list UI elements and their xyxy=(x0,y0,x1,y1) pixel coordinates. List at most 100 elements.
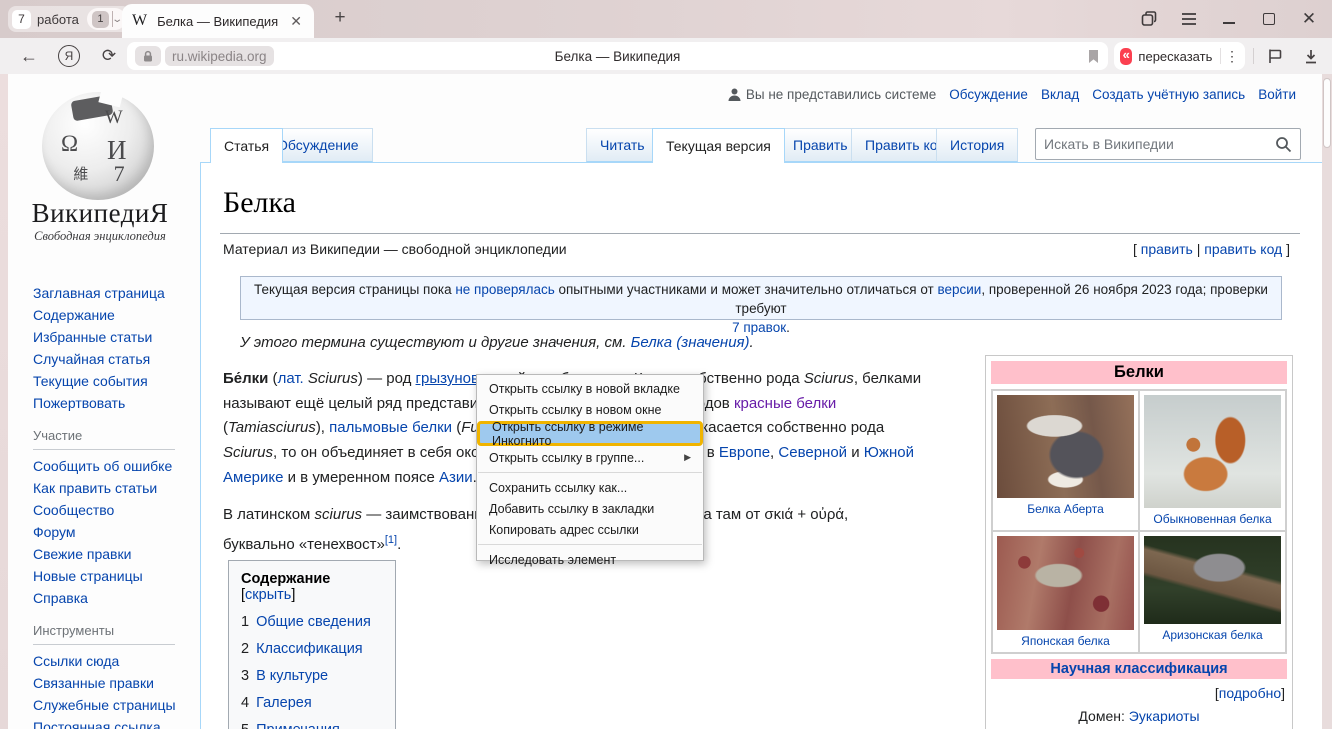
bookmark-icon[interactable] xyxy=(1087,49,1100,64)
close-tab-icon[interactable]: ✕ xyxy=(288,13,304,30)
title-rule xyxy=(220,233,1300,234)
menu-item-open-in-group[interactable]: Открыть ссылку в группе... ▶ xyxy=(477,447,703,468)
retell-label: пересказать xyxy=(1138,49,1212,64)
sidebar-item-related-changes[interactable]: Связанные правки xyxy=(33,672,198,694)
toc-item[interactable]: 4Галерея xyxy=(241,695,385,711)
menu-item-open-new-tab[interactable]: Открыть ссылку в новой вкладке xyxy=(477,378,703,399)
menu-item-copy-link-address[interactable]: Копировать адрес ссылки xyxy=(477,519,703,540)
sidebar-item-recent-changes[interactable]: Свежие правки xyxy=(33,543,198,565)
minimize-icon[interactable] xyxy=(1220,10,1238,28)
address-bar[interactable]: ru.wikipedia.org Белка — Википедия xyxy=(127,42,1108,70)
sidebar-item-random[interactable]: Случайная статья xyxy=(33,348,198,370)
classification-header[interactable]: Научная классификация xyxy=(991,659,1287,679)
more-options-icon[interactable]: ⋮ xyxy=(1225,48,1239,65)
menu-item-bookmark-link[interactable]: Добавить ссылку в закладки xyxy=(477,498,703,519)
sidebar-item-current-events[interactable]: Текущие события xyxy=(33,370,198,392)
side-panel-icon[interactable] xyxy=(1140,10,1158,28)
sidebar-item-new-pages[interactable]: Новые страницы xyxy=(33,565,198,587)
yandex-letter: Я xyxy=(58,45,80,67)
tab-group-label: работа xyxy=(37,12,79,27)
image-caption[interactable]: Японская белка xyxy=(1021,634,1110,648)
tab-article[interactable]: Статья xyxy=(210,128,283,163)
toc-hide-link[interactable]: [скрыть] xyxy=(241,587,295,603)
menu-item-inspect-element[interactable]: Исследовать элемент xyxy=(477,549,703,570)
address-page-title: Белка — Википедия xyxy=(127,49,1108,64)
personal-link-create-account[interactable]: Создать учётную запись xyxy=(1092,87,1245,102)
window-edge xyxy=(0,74,8,729)
menu-icon[interactable] xyxy=(1180,10,1198,28)
sidebar-item-forum[interactable]: Форум xyxy=(33,521,198,543)
details-link[interactable]: [подробно] xyxy=(991,685,1287,701)
sidebar-heading-tools: Инструменты xyxy=(33,623,175,645)
sidebar-item-featured[interactable]: Избранные статьи xyxy=(33,326,198,348)
browser-tab[interactable]: W Белка — Википедия ✕ xyxy=(122,4,314,38)
content-border xyxy=(200,162,201,729)
sidebar-item-main-page[interactable]: Заглавная страница xyxy=(33,282,198,304)
yandex-button[interactable]: Я xyxy=(54,38,84,74)
tab-group-badge: 1 xyxy=(92,11,109,28)
infobox-image-grid: Белка Аберта Обыкновенная белка Японская… xyxy=(991,389,1287,654)
taxon-link[interactable]: Эукариоты xyxy=(1129,708,1200,724)
sidebar-item-what-links-here[interactable]: Ссылки сюда xyxy=(33,650,198,672)
search-icon[interactable] xyxy=(1275,136,1292,153)
maximize-icon[interactable] xyxy=(1260,10,1278,28)
sidebar-item-permanent-link[interactable]: Постоянная ссылка xyxy=(33,716,198,729)
sidebar-item-report-error[interactable]: Сообщить об ошибке xyxy=(33,455,198,477)
logo-glyph: Ω xyxy=(61,131,78,157)
sidebar-item-donate[interactable]: Пожертвовать xyxy=(33,392,198,414)
wikipedia-globe-logo[interactable]: Ω W И 維 7 xyxy=(42,92,154,200)
toc-item[interactable]: 2Классификация xyxy=(241,641,385,657)
quote-icon: « xyxy=(1120,48,1132,65)
toc-item[interactable]: 1Общие сведения xyxy=(241,614,385,630)
tab-read[interactable]: Читать xyxy=(586,128,659,162)
red-squirrel-image[interactable] xyxy=(1144,395,1281,508)
japanese-squirrel-image[interactable] xyxy=(997,536,1134,630)
sidebar-item-special-pages[interactable]: Служебные страницы xyxy=(33,694,198,716)
back-button[interactable]: ← xyxy=(14,38,44,74)
personal-link-login[interactable]: Войти xyxy=(1258,87,1296,102)
arizona-squirrel-image[interactable] xyxy=(1144,536,1281,624)
menu-item-open-new-window[interactable]: Открыть ссылку в новом окне xyxy=(477,399,703,420)
toc-title: Содержание [скрыть] xyxy=(241,571,385,603)
personal-link-talk[interactable]: Обсуждение xyxy=(949,87,1028,102)
toc-item[interactable]: 3В культуре xyxy=(241,668,385,684)
personal-link-contributions[interactable]: Вклад xyxy=(1041,87,1079,102)
download-icon[interactable] xyxy=(1298,38,1324,74)
wikipedia-wordmark[interactable]: ВикипедиЯ xyxy=(0,198,200,229)
menu-separator xyxy=(478,544,702,545)
browser-window: 7 работа 1 ⌄ W Белка — Википедия ✕ + ✕ xyxy=(0,0,1332,729)
sidebar-item-contents[interactable]: Содержание xyxy=(33,304,198,326)
new-tab-button[interactable]: + xyxy=(328,7,352,29)
menu-item-save-link-as[interactable]: Сохранить ссылку как... xyxy=(477,477,703,498)
sidebar-item-help[interactable]: Справка xyxy=(33,587,198,609)
close-window-icon[interactable]: ✕ xyxy=(1300,10,1318,28)
refresh-button[interactable]: ⟳ xyxy=(94,38,124,74)
page-title: Белка xyxy=(223,186,296,220)
tab-group-pill[interactable]: 1 ⌄ xyxy=(87,8,126,30)
sidebar-item-community[interactable]: Сообщество xyxy=(33,499,198,521)
sidebar-item-how-to-edit[interactable]: Как править статьи xyxy=(33,477,198,499)
tab-current-version[interactable]: Текущая версия xyxy=(652,128,785,163)
tab-history[interactable]: История xyxy=(936,128,1018,162)
menu-item-open-incognito[interactable]: Открыть ссылку в режиме Инкогнито xyxy=(477,421,703,446)
wikipedia-tagline: Свободная энциклопедия xyxy=(0,229,200,244)
aberts-squirrel-image[interactable] xyxy=(997,395,1134,498)
revision-banner: Текущая версия страницы пока не проверял… xyxy=(240,276,1282,320)
scrollbar-track[interactable] xyxy=(1322,74,1332,729)
infobox-image-cell: Обыкновенная белка xyxy=(1139,390,1286,531)
wiki-search-input[interactable]: Искать в Википедии xyxy=(1035,128,1301,160)
tab-edit[interactable]: Править xyxy=(779,128,862,162)
site-security-chip[interactable] xyxy=(135,46,161,66)
infobox-title: Белки xyxy=(991,361,1287,384)
url-chip[interactable]: ru.wikipedia.org xyxy=(165,46,274,66)
edit-links[interactable]: [ править | править код ] xyxy=(1133,241,1290,257)
image-caption[interactable]: Аризонская белка xyxy=(1162,628,1262,642)
personal-bar: Вы не представились системе Обсуждение В… xyxy=(728,87,1296,102)
retell-button[interactable]: « пересказать ⋮ xyxy=(1114,42,1245,70)
toc-item[interactable]: 5Примечания xyxy=(241,722,385,729)
scrollbar-thumb[interactable] xyxy=(1323,78,1331,148)
collections-flag-icon[interactable] xyxy=(1262,38,1288,74)
tab-strip-divider xyxy=(112,11,113,27)
image-caption[interactable]: Обыкновенная белка xyxy=(1153,512,1271,526)
image-caption[interactable]: Белка Аберта xyxy=(1027,502,1104,516)
